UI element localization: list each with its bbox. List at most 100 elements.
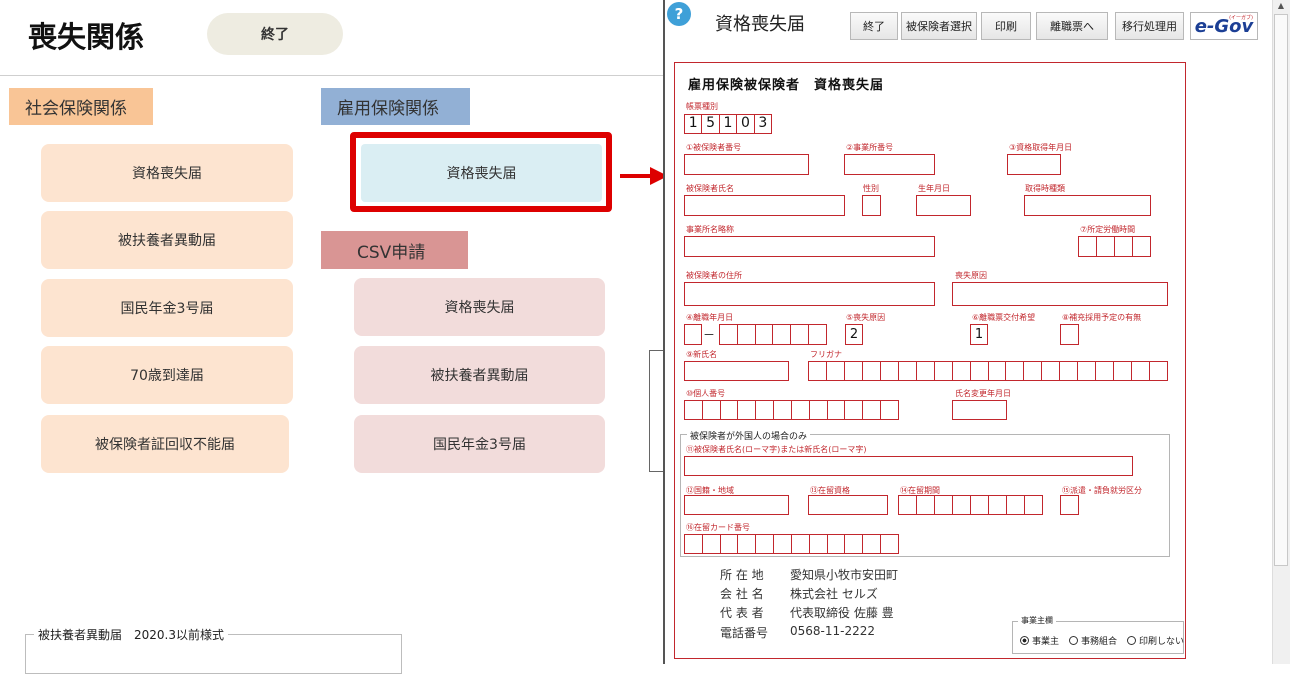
form-type-digit: 1 <box>720 115 738 133</box>
employer-representative-label: 代 表 者 <box>720 606 764 620</box>
residence-card-label: ⑯在留カード番号 <box>686 523 750 532</box>
social-loss-button[interactable]: 資格喪失届 <box>41 144 293 202</box>
select-insured-button[interactable]: 被保険者選択 <box>901 12 977 40</box>
csv-pension3-button[interactable]: 国民年金3号届 <box>354 415 605 473</box>
residence-status-input[interactable] <box>808 495 888 515</box>
loss-reason-code-input[interactable]: 2 <box>845 324 863 345</box>
page-title: 喪失関係 <box>28 20 145 54</box>
employer-phone-value: 0568-11-2222 <box>790 624 876 638</box>
social-pension3-button[interactable]: 国民年金3号届 <box>41 279 293 337</box>
acquisition-type-label: 取得時種類 <box>1025 184 1065 193</box>
name-change-date-input[interactable] <box>952 400 1007 420</box>
office-short-name-input[interactable] <box>684 236 935 257</box>
owner-option-employer[interactable]: 事業主 <box>1020 634 1059 647</box>
social-age70-button[interactable]: 70歳到達届 <box>41 346 293 404</box>
work-hours-input[interactable] <box>1078 236 1151 257</box>
form-type-digit: 5 <box>702 115 720 133</box>
address-label: 被保険者の住所 <box>686 271 742 280</box>
title-divider <box>0 75 664 76</box>
residence-period-input[interactable] <box>898 495 1043 515</box>
roman-name-input[interactable] <box>684 456 1133 476</box>
form-document-title: 雇用保険被保険者 資格喪失届 <box>688 78 885 93</box>
radio-icon <box>1069 636 1078 645</box>
form-end-button[interactable]: 終了 <box>850 12 898 40</box>
csv-header: CSV申請 <box>321 231 468 269</box>
form-type-digit: 1 <box>685 115 703 133</box>
employment-loss-button[interactable]: 資格喪失届 <box>361 144 602 202</box>
leave-date-label: ④離職年月日 <box>686 313 734 322</box>
loss-reason-text-input[interactable] <box>952 282 1168 306</box>
end-button[interactable]: 終了 <box>207 13 343 55</box>
replacement-plan-label: ⑧補充採用予定の有無 <box>1062 313 1142 322</box>
employer-phone-label: 電話番号 <box>720 626 769 640</box>
loss-reason-text-label: 喪失原因 <box>955 271 987 280</box>
new-name-label: ⑨新氏名 <box>686 350 718 359</box>
furigana-input[interactable] <box>808 361 1168 381</box>
owner-option-no-print[interactable]: 印刷しない <box>1127 634 1184 647</box>
office-number-label: ②事業所番号 <box>846 143 894 152</box>
social-card-unrecoverable-button[interactable]: 被保険者証回収不能届 <box>41 415 289 473</box>
radio-icon <box>1127 636 1136 645</box>
scroll-up-icon[interactable]: ▲ <box>1272 0 1290 14</box>
residence-card-input[interactable] <box>684 534 899 554</box>
my-number-input[interactable] <box>684 400 899 420</box>
birth-date-input[interactable] <box>916 195 971 216</box>
leave-date-input[interactable] <box>719 324 827 345</box>
form-window-title: 資格喪失届 <box>715 14 805 35</box>
form-type-digit: 0 <box>737 115 755 133</box>
csv-dependent-change-button[interactable]: 被扶養者異動届 <box>354 346 605 404</box>
acquisition-date-input[interactable] <box>1007 154 1061 175</box>
nationality-input[interactable] <box>684 495 789 515</box>
gender-input[interactable] <box>862 195 881 216</box>
egov-logo-subtext: (イーガブ) <box>1229 15 1253 21</box>
new-name-input[interactable] <box>684 361 789 381</box>
my-number-label: ⑩個人番号 <box>686 389 726 398</box>
separation-slip-request-label: ⑥離職票交付希望 <box>972 313 1036 322</box>
form-type-digits: 1 5 1 0 3 <box>684 114 772 134</box>
replacement-plan-input[interactable] <box>1060 324 1079 345</box>
acquisition-type-input[interactable] <box>1024 195 1151 216</box>
employer-company-value: 株式会社 セルズ <box>790 587 878 601</box>
employer-company-label: 会 社 名 <box>720 587 764 601</box>
legacy-dependent-group-label: 被扶養者異動届 2020.3以前様式 <box>34 626 228 643</box>
work-hours-label: ⑦所定労働時間 <box>1080 225 1136 234</box>
roman-name-label: ⑪被保険者氏名(ローマ字)または新氏名(ローマ字) <box>686 445 867 454</box>
egov-button[interactable]: e-Gov (イーガブ) <box>1190 12 1258 40</box>
separation-slip-request-input[interactable]: 1 <box>970 324 988 345</box>
address-input[interactable] <box>684 282 935 306</box>
form-type-label: 帳票種別 <box>686 102 718 111</box>
form-type-digit: 3 <box>758 115 768 131</box>
employer-address-value: 愛知県小牧市安田町 <box>790 568 899 582</box>
insured-name-input[interactable] <box>684 195 845 216</box>
owner-option-label: 事務組合 <box>1081 637 1118 647</box>
migration-button[interactable]: 移行処理用 <box>1115 12 1184 40</box>
loss-reason-code-label: ⑤喪失原因 <box>846 313 886 322</box>
dispatch-category-input[interactable] <box>1060 495 1079 515</box>
insured-number-label: ①被保険者番号 <box>686 143 742 152</box>
gender-label: 性別 <box>863 184 879 193</box>
employment-insurance-header: 雇用保険関係 <box>321 88 470 125</box>
owner-option-labor-union[interactable]: 事務組合 <box>1069 634 1117 647</box>
owner-option-label: 事業主 <box>1032 637 1060 647</box>
acquisition-date-label: ③資格取得年月日 <box>1009 143 1073 152</box>
employer-address-label: 所 在 地 <box>720 568 764 582</box>
foreign-only-group-label: 被保険者が外国人の場合のみ <box>687 429 811 442</box>
owner-option-label: 印刷しない <box>1139 637 1185 647</box>
csv-loss-button[interactable]: 資格喪失届 <box>354 278 605 336</box>
print-button[interactable]: 印刷 <box>981 12 1031 40</box>
office-short-name-label: 事業所名略称 <box>686 225 734 234</box>
birth-date-label: 生年月日 <box>918 184 950 193</box>
office-number-input[interactable] <box>844 154 935 175</box>
radio-selected-icon <box>1020 636 1029 645</box>
to-separation-slip-button[interactable]: 離職票へ <box>1036 12 1108 40</box>
insured-number-input[interactable] <box>684 154 809 175</box>
scrollbar-thumb[interactable] <box>1274 14 1288 566</box>
social-insurance-header: 社会保険関係 <box>9 88 153 125</box>
help-icon[interactable]: ? <box>667 2 691 26</box>
leave-date-era-input[interactable] <box>684 324 702 345</box>
insured-name-label: 被保険者氏名 <box>686 184 734 193</box>
furigana-label: フリガナ <box>810 350 842 359</box>
social-dependent-change-button[interactable]: 被扶養者異動届 <box>41 211 293 269</box>
employer-representative-value: 代表取締役 佐藤 豊 <box>790 606 894 620</box>
owner-box-title: 事業主欄 <box>1018 615 1056 626</box>
